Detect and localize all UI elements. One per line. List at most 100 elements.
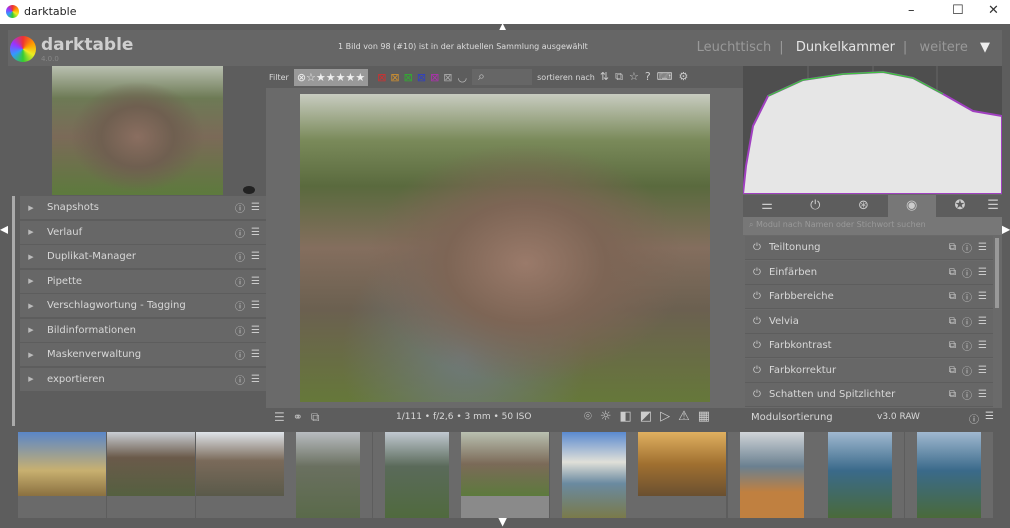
power-icon[interactable]: ⏻ [745, 389, 769, 400]
reset-icon[interactable]: ⓘ [235, 225, 245, 240]
presets-icon[interactable]: ☰ [251, 374, 260, 385]
filmstrip-thumbnail[interactable] [196, 432, 284, 518]
tab-effects[interactable]: ✪ [936, 195, 984, 217]
filmstrip-thumbnail[interactable] [550, 432, 638, 518]
navigation-preview[interactable] [52, 66, 223, 195]
presets-icon[interactable]: ☰ [978, 291, 987, 302]
filmstrip-thumbnail[interactable] [816, 432, 904, 518]
color-label-filter[interactable]: ⊠ [404, 71, 413, 84]
module-row[interactable]: ⏻ Schatten und Spitzlichter ⧉ ⓘ ☰ [745, 383, 993, 407]
reset-icon[interactable]: ⓘ [962, 387, 972, 402]
presets-icon[interactable]: ☰ [251, 227, 260, 238]
guides-icon[interactable]: ▦ [698, 409, 718, 424]
module-row[interactable]: ⏻ Velvia ⧉ ⓘ ☰ [745, 309, 993, 334]
reset-icon[interactable]: ⓘ [962, 240, 972, 255]
reset-icon[interactable]: ⓘ [962, 338, 972, 353]
reset-icon[interactable]: ⓘ [235, 298, 245, 313]
module-row[interactable]: ⏻ Einfärben ⧉ ⓘ ☰ [745, 260, 993, 285]
gamut-check-icon[interactable]: ⚠ [678, 409, 698, 424]
color-label-filter[interactable]: ⊠ [443, 71, 452, 84]
dropdown-icon[interactable]: ▼ [980, 40, 990, 55]
reset-icon[interactable]: ⓘ [235, 274, 245, 289]
star-icon[interactable]: ☆ [629, 70, 645, 83]
view-lighttable[interactable]: Leuchttisch [697, 40, 772, 55]
presets-icon[interactable]: ☰ [251, 300, 260, 311]
rating-filter[interactable]: ⊗☆★★★★★ [293, 68, 369, 86]
close-button[interactable]: ✕ [988, 3, 999, 18]
expand-arrow-icon[interactable]: ▶ [20, 253, 42, 261]
module-row[interactable]: ▶ Verschlagwortung - Tagging ⓘ ☰ [20, 294, 266, 318]
tab-color[interactable]: ◉ [887, 195, 936, 217]
reset-icon[interactable]: ⓘ [962, 314, 972, 329]
styles-icon[interactable]: ⚭ [293, 410, 311, 424]
help-icon[interactable]: ? [645, 70, 657, 83]
expand-arrow-icon[interactable]: ▶ [20, 204, 42, 212]
expand-arrow-icon[interactable]: ▶ [20, 228, 42, 236]
module-row[interactable]: ▶ Pipette ⓘ ☰ [20, 269, 266, 294]
presets-icon[interactable]: ☰ [985, 411, 994, 422]
reset-icon[interactable]: ⓘ [235, 200, 245, 215]
multi-instance-icon[interactable]: ⧉ [949, 316, 956, 327]
zoom-indicator-icon[interactable] [243, 186, 255, 194]
power-icon[interactable]: ⏻ [745, 316, 769, 327]
tab-active-modules[interactable]: ⏻ [791, 195, 839, 217]
text-search-input[interactable]: ⌕ [472, 69, 533, 85]
power-icon[interactable]: ⏻ [745, 340, 769, 351]
presets-icon[interactable]: ☰ [251, 251, 260, 262]
reset-icon[interactable]: ⓘ [969, 411, 979, 426]
module-row[interactable]: ▶ Verlauf ⓘ ☰ [20, 220, 266, 245]
presets-icon[interactable]: ☰ [251, 325, 260, 336]
filmstrip-thumbnail[interactable] [18, 432, 106, 518]
module-search-input[interactable]: ⌕ Modul nach Namen oder Stichwort suchen [743, 217, 1002, 235]
filmstrip-thumbnail[interactable] [107, 432, 195, 518]
reset-icon[interactable]: ⓘ [235, 347, 245, 362]
multi-instance-icon[interactable]: ⧉ [949, 340, 956, 351]
module-row[interactable]: ▶ Maskenverwaltung ⓘ ☰ [20, 343, 266, 367]
module-row[interactable]: ⏻ Teiltonung ⧉ ⓘ ☰ [745, 236, 993, 260]
multi-instance-icon[interactable]: ⧉ [949, 291, 956, 302]
presets-icon[interactable]: ☰ [978, 316, 987, 327]
module-row[interactable]: ▶ exportieren ⓘ ☰ [20, 367, 266, 392]
reset-icon[interactable]: ⓘ [962, 363, 972, 378]
left-scrollbar[interactable] [12, 196, 15, 426]
module-row[interactable]: ▶ Bildinformationen ⓘ ☰ [20, 318, 266, 343]
menu-icon[interactable]: ☰ [274, 410, 293, 424]
focus-peaking-icon[interactable]: ⌾ [584, 409, 600, 424]
right-scrollbar[interactable] [995, 238, 999, 308]
expand-arrow-icon[interactable]: ▶ [20, 326, 42, 334]
presets-menu-icon[interactable]: ☰ [984, 195, 1002, 217]
tab-quick-access[interactable]: ⚌ [743, 195, 791, 217]
keyboard-icon[interactable]: ⌨ [657, 70, 679, 83]
minimize-button[interactable]: – [908, 3, 915, 18]
second-window-icon[interactable]: ⧉ [311, 410, 328, 424]
module-row[interactable]: ▶ Snapshots ⓘ ☰ [20, 196, 266, 220]
module-row[interactable]: ⏻ Farbkontrast ⧉ ⓘ ☰ [745, 334, 993, 358]
filmstrip-thumbnail[interactable] [284, 432, 372, 518]
raw-overexposed-icon[interactable]: ◩ [640, 409, 660, 424]
filmstrip-thumbnail[interactable] [728, 432, 816, 518]
presets-icon[interactable]: ☰ [978, 267, 987, 278]
power-icon[interactable]: ⏻ [745, 291, 769, 302]
module-row[interactable]: ⏻ Farbkorrektur ⧉ ⓘ ☰ [745, 358, 993, 383]
module-row[interactable]: ▶ Duplikat-Manager ⓘ ☰ [20, 245, 266, 269]
presets-icon[interactable]: ☰ [978, 242, 987, 253]
maximize-button[interactable]: ☐ [952, 3, 964, 18]
filmstrip-thumbnail[interactable] [638, 432, 726, 518]
color-label-filter[interactable]: ⊠ [377, 71, 386, 84]
presets-icon[interactable]: ☰ [978, 389, 987, 400]
reset-icon[interactable]: ⓘ [962, 265, 972, 280]
color-assessment-icon[interactable]: ◧ [619, 409, 639, 424]
module-row[interactable]: ⏻ Farbbereiche ⧉ ⓘ ☰ [745, 285, 993, 309]
expand-arrow-icon[interactable]: ▶ [20, 302, 42, 310]
tab-technical[interactable]: ⊛ [839, 195, 887, 217]
reset-icon[interactable]: ⓘ [962, 289, 972, 304]
grouping-icon[interactable]: ⧉ [615, 70, 629, 83]
expand-arrow-icon[interactable]: ▶ [20, 375, 42, 383]
presets-icon[interactable]: ☰ [978, 340, 987, 351]
multi-instance-icon[interactable]: ⧉ [949, 242, 956, 253]
multi-instance-icon[interactable]: ⧉ [949, 267, 956, 278]
presets-icon[interactable]: ☰ [251, 349, 260, 360]
expand-arrow-icon[interactable]: ▶ [20, 277, 42, 285]
power-icon[interactable]: ⏻ [745, 365, 769, 376]
multi-instance-icon[interactable]: ⧉ [949, 389, 956, 400]
